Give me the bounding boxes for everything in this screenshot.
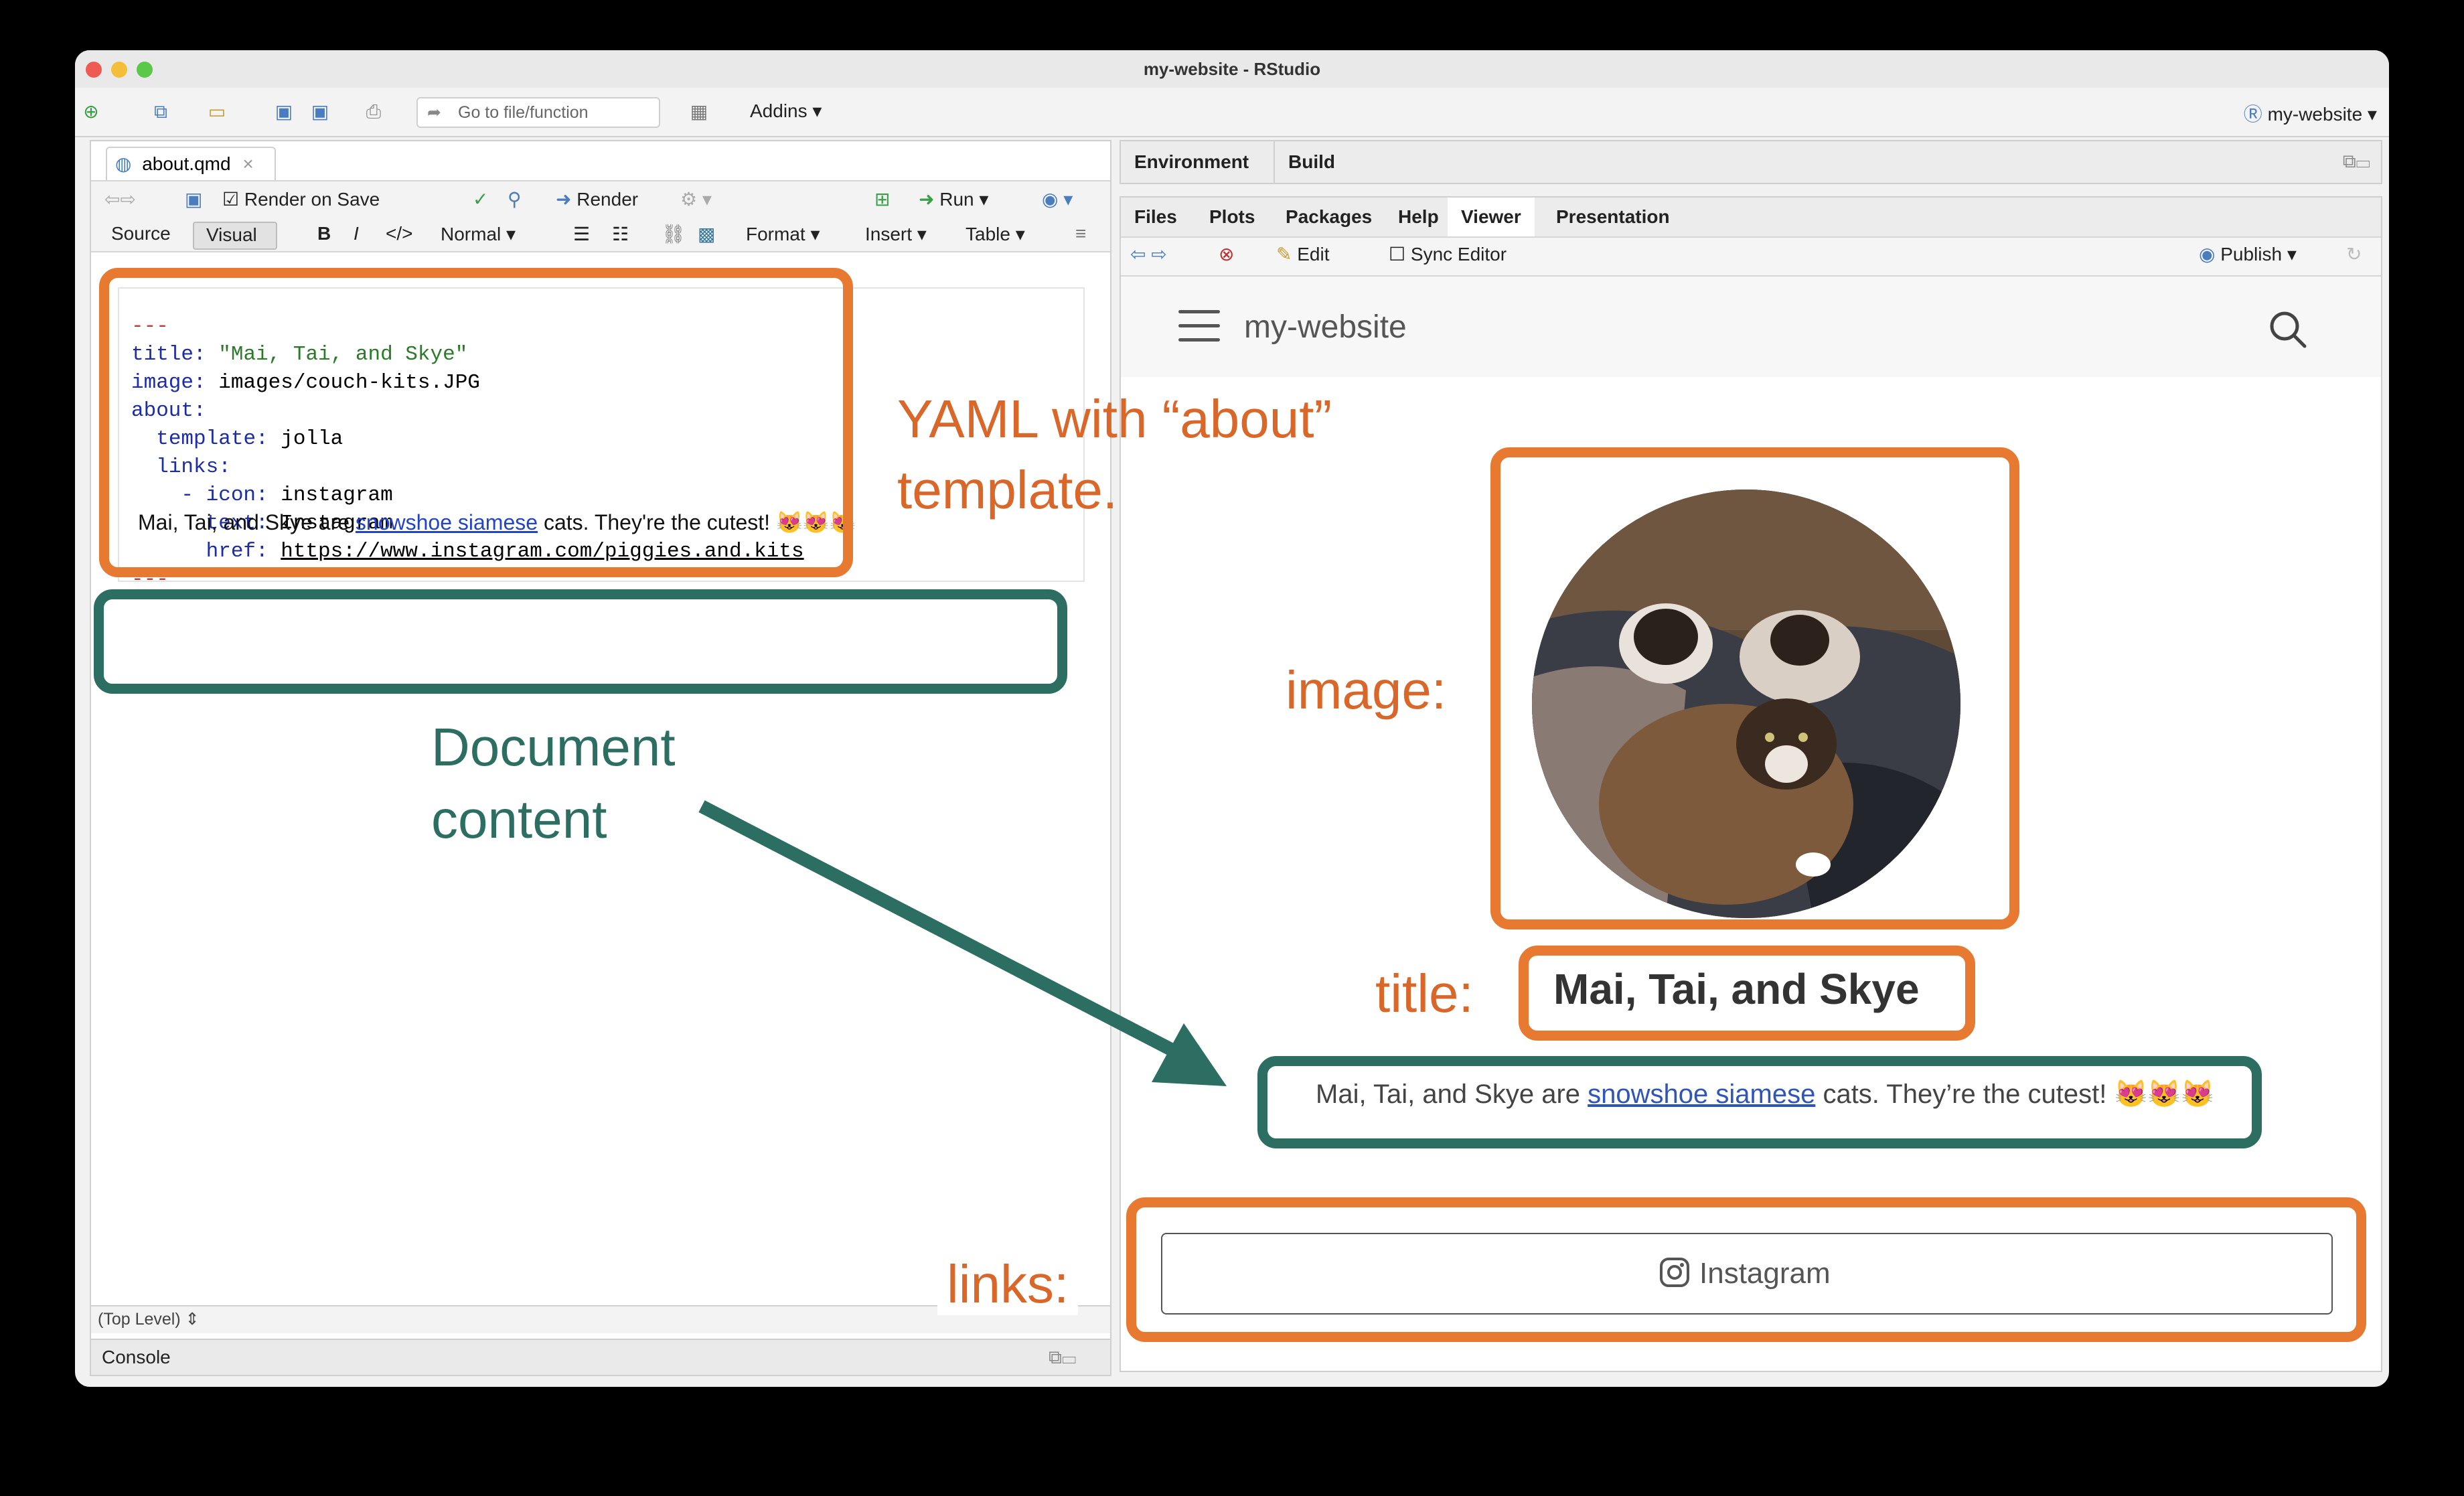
arrow-icon (698, 800, 1227, 1086)
